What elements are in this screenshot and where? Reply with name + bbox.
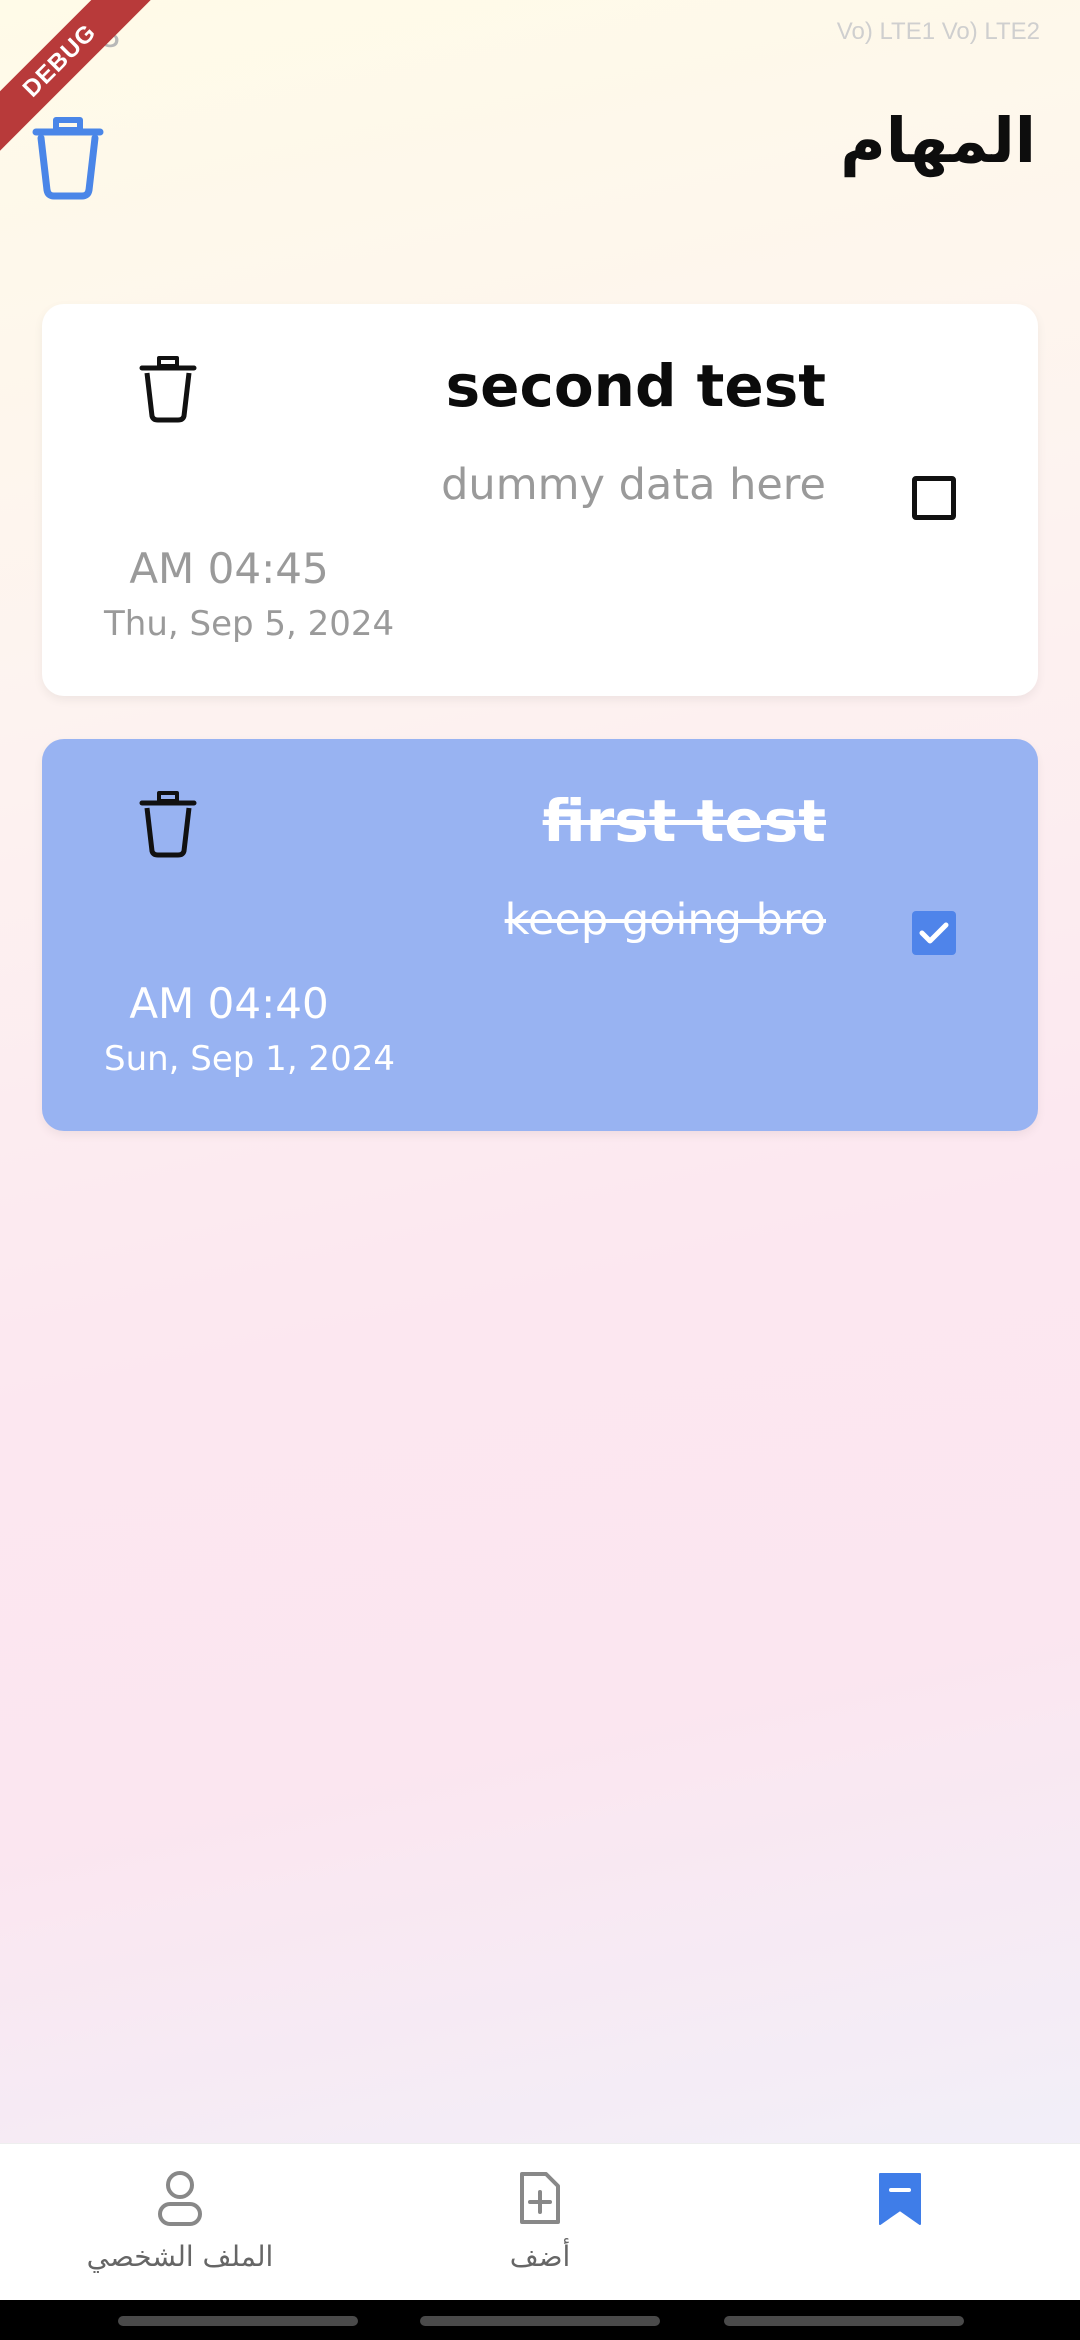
add-file-icon xyxy=(520,2172,560,2224)
task-title: first test xyxy=(542,787,826,855)
task-time: AM 04:45 xyxy=(129,544,329,593)
task-card[interactable]: second test dummy data here AM 04:45 Thu… xyxy=(42,304,1038,696)
task-checkbox[interactable] xyxy=(912,911,956,955)
nav-label: الملف الشخصي xyxy=(86,2240,274,2273)
task-description: keep going bro xyxy=(504,895,826,945)
task-checkbox[interactable] xyxy=(912,476,956,520)
nav-item-tasks[interactable] xyxy=(720,2144,1080,2301)
trash-icon xyxy=(32,117,104,200)
bookmark-icon xyxy=(879,2173,921,2225)
person-icon xyxy=(158,2171,202,2226)
trash-icon xyxy=(139,356,197,423)
nav-label: أضف xyxy=(509,2240,571,2273)
task-description: dummy data here xyxy=(441,460,826,510)
bottom-navigation: الملف الشخصي أضف xyxy=(0,2143,1080,2301)
task-date: Thu, Sep 5, 2024 xyxy=(104,604,395,644)
gesture-handle xyxy=(118,2316,358,2326)
status-icons: Vo) LTE1 Vo) LTE2 xyxy=(836,18,1040,45)
task-card[interactable]: first test keep going bro AM 04:40 Sun, … xyxy=(42,739,1038,1131)
delete-all-button[interactable] xyxy=(30,114,106,200)
page-title: المهام xyxy=(840,104,1036,177)
delete-task-button[interactable] xyxy=(138,354,198,424)
system-gesture-bar xyxy=(0,2300,1080,2340)
trash-icon xyxy=(139,791,197,858)
nav-item-profile[interactable]: الملف الشخصي xyxy=(0,2144,360,2301)
nav-item-add[interactable]: أضف xyxy=(360,2144,720,2301)
gesture-handle xyxy=(420,2316,660,2326)
task-date: Sun, Sep 1, 2024 xyxy=(104,1039,395,1079)
task-title: second test xyxy=(445,352,826,420)
check-icon xyxy=(919,922,949,944)
task-time: AM 04:40 xyxy=(129,979,329,1028)
status-bar: 43 Vo) LTE1 Vo) LTE2 xyxy=(0,0,1080,80)
delete-task-button[interactable] xyxy=(138,789,198,859)
gesture-handle xyxy=(724,2316,964,2326)
